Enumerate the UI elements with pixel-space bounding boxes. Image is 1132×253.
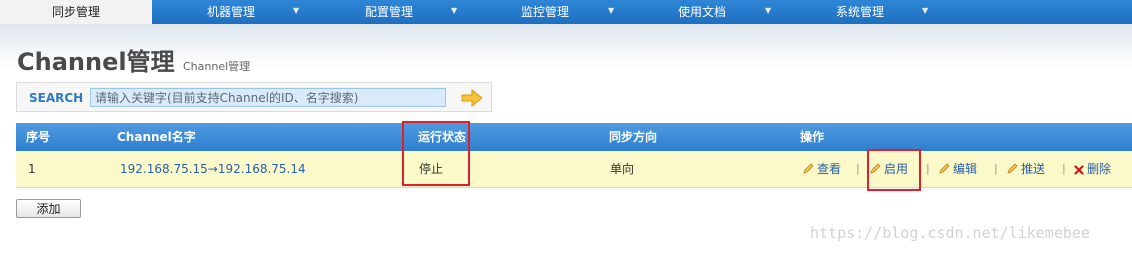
page-title: Channel管理 <box>17 48 175 76</box>
add-button[interactable]: 添加 <box>16 199 81 218</box>
delete-button[interactable]: 删除 <box>1074 151 1111 187</box>
delete-x-icon <box>1074 165 1084 175</box>
row-index: 1 <box>28 162 36 176</box>
chevron-down-icon: ▼ <box>765 6 772 15</box>
delete-label: 删除 <box>1087 162 1112 176</box>
table-header: 序号 Channel名字 运行状态 同步方向 操作 <box>16 123 1132 151</box>
chevron-down-icon: ▼ <box>293 6 300 15</box>
nav-tab-config[interactable]: 配置管理 <box>365 0 413 24</box>
nav-tab-system[interactable]: 系统管理 <box>836 0 884 24</box>
action-separator: | <box>994 162 998 175</box>
chevron-down-icon: ▼ <box>922 6 929 15</box>
channel-name-link[interactable]: 192.168.75.15→192.168.75.14 <box>120 151 306 187</box>
pencil-icon <box>1007 163 1018 174</box>
nav-tab-monitor[interactable]: 监控管理 <box>521 0 569 24</box>
nav-tab-docs[interactable]: 使用文档 <box>678 0 726 24</box>
column-header-index: 序号 <box>26 130 51 144</box>
view-label: 查看 <box>817 162 842 176</box>
search-label: SEARCH <box>29 91 84 105</box>
arrow-right-icon[interactable] <box>461 89 483 107</box>
column-header-actions: 操作 <box>800 130 825 144</box>
column-header-name: Channel名字 <box>117 130 196 144</box>
nav-tab-sync[interactable]: 同步管理 <box>0 0 152 24</box>
pencil-icon <box>803 163 814 174</box>
chevron-down-icon: ▼ <box>608 6 615 15</box>
search-bar: SEARCH <box>16 82 492 112</box>
search-input[interactable] <box>90 88 446 107</box>
enable-button-highlight <box>867 149 921 191</box>
pencil-icon <box>939 163 950 174</box>
action-separator: | <box>856 162 860 175</box>
table-row: 1 192.168.75.15→192.168.75.14 停止 单向 查看 |… <box>16 151 1132 188</box>
edit-button[interactable]: 编辑 <box>938 151 977 187</box>
chevron-down-icon: ▼ <box>451 6 458 15</box>
action-separator: | <box>1062 162 1066 175</box>
nav-tab-machine[interactable]: 机器管理 <box>207 0 255 24</box>
sync-direction: 单向 <box>610 162 635 176</box>
watermark: https://blog.csdn.net/likemebee <box>810 224 1090 242</box>
view-button[interactable]: 查看 <box>802 151 841 187</box>
top-nav: 同步管理 机器管理 ▼ 配置管理 ▼ 监控管理 ▼ 使用文档 ▼ 系统管理 ▼ <box>0 0 1132 24</box>
push-label: 推送 <box>1021 162 1046 176</box>
page-subtitle: Channel管理 <box>183 60 251 73</box>
push-button[interactable]: 推送 <box>1006 151 1045 187</box>
edit-label: 编辑 <box>953 162 978 176</box>
action-separator: | <box>926 162 930 175</box>
status-column-highlight <box>402 121 470 186</box>
column-header-direction: 同步方向 <box>609 130 658 144</box>
